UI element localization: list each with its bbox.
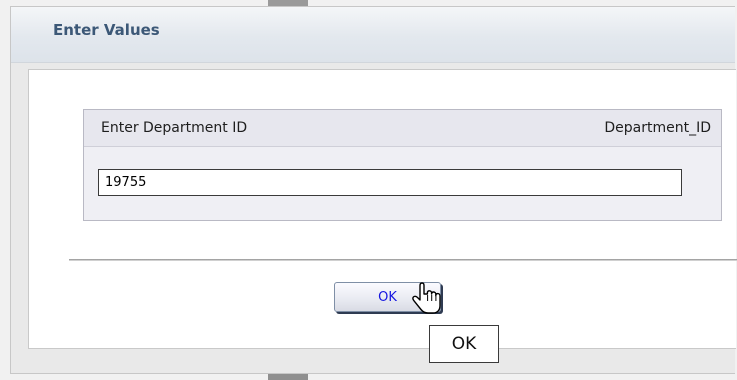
separator-line (69, 259, 737, 261)
prompt-label: Enter Department ID (101, 120, 248, 136)
prompt-header: Enter Department ID Department_ID (84, 110, 721, 147)
department-id-input[interactable] (98, 169, 682, 196)
parameter-name: Department_ID (604, 120, 711, 136)
dialog-body: Enter Department ID Department_ID OK OK (28, 69, 737, 363)
prompt-panel: Enter Department ID Department_ID (83, 109, 722, 221)
dialog-header: Enter Values (11, 7, 735, 63)
ok-tooltip: OK (429, 325, 499, 363)
hand-pointer-icon (412, 282, 441, 314)
background-edge (268, 374, 308, 380)
enter-values-dialog: Enter Values Enter Department ID Departm… (10, 6, 737, 374)
dialog-title: Enter Values (53, 21, 160, 39)
